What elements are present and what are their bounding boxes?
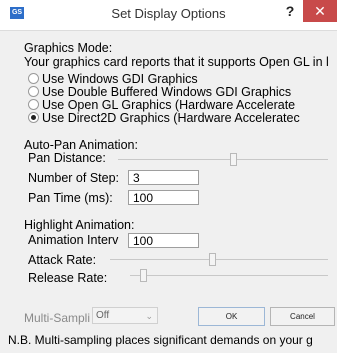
- help-button[interactable]: ?: [282, 3, 298, 19]
- radio-direct2d-label: Use Direct2D Graphics (Hardware Accelera…: [42, 111, 300, 125]
- title-bar: GS Set Display Options ? ✕: [0, 0, 337, 31]
- multisampling-label: Multi-Sampli: [24, 311, 91, 325]
- slider-track: [110, 259, 328, 260]
- attack-rate-slider[interactable]: [110, 253, 328, 266]
- attack-rate-label: Attack Rate:: [28, 253, 97, 267]
- multisampling-select[interactable]: Off ⌄: [92, 307, 158, 324]
- slider-thumb[interactable]: [230, 153, 237, 166]
- slider-thumb[interactable]: [140, 269, 147, 282]
- pan-time-label: Pan Time (ms):: [28, 191, 113, 205]
- radio-button-selected-icon[interactable]: [28, 112, 39, 123]
- chevron-down-icon: ⌄: [145, 311, 153, 321]
- highlight-heading: Highlight Animation:: [24, 218, 135, 232]
- graphics-support-text: Your graphics card reports that it suppo…: [24, 55, 329, 69]
- pan-time-input[interactable]: 100: [128, 190, 199, 205]
- release-rate-slider[interactable]: [130, 269, 328, 282]
- number-of-steps-input[interactable]: 3: [128, 170, 199, 185]
- autopan-heading: Auto-Pan Animation:: [24, 138, 138, 152]
- radio-gdi[interactable]: Use Windows GDI Graphics: [28, 70, 198, 86]
- animation-interval-label: Animation Interv: [28, 233, 119, 247]
- multisampling-value: Off: [96, 310, 110, 321]
- pan-distance-slider[interactable]: [118, 153, 328, 166]
- number-of-steps-label: Number of Step:: [28, 171, 120, 185]
- release-rate-label: Release Rate:: [28, 271, 108, 285]
- slider-track: [130, 275, 328, 276]
- radio-double-buffered-gdi[interactable]: Use Double Buffered Windows GDI Graphics: [28, 83, 291, 99]
- radio-opengl[interactable]: Use Open GL Graphics (Hardware Accelerat…: [28, 96, 295, 112]
- multisampling-note: N.B. Multi-sampling places significant d…: [8, 333, 313, 347]
- pan-distance-label: Pan Distance:: [28, 151, 106, 165]
- slider-track: [118, 159, 328, 160]
- ok-button[interactable]: OK: [198, 307, 265, 326]
- graphics-mode-heading: Graphics Mode:: [24, 41, 113, 55]
- radio-direct2d[interactable]: Use Direct2D Graphics (Hardware Accelera…: [28, 109, 300, 125]
- cancel-button[interactable]: Cancel: [270, 307, 335, 326]
- animation-interval-input[interactable]: 100: [128, 233, 199, 248]
- close-button[interactable]: ✕: [303, 0, 337, 22]
- slider-thumb[interactable]: [209, 253, 216, 266]
